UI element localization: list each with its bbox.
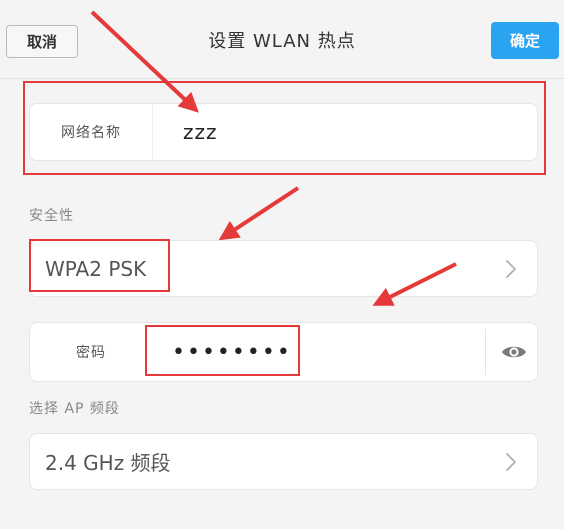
security-value: WPA2 PSK — [45, 256, 147, 281]
red-arrow — [218, 186, 300, 241]
confirm-button[interactable]: 确定 — [491, 22, 559, 59]
ap-band-section-label: 选择 AP 频段 — [29, 401, 120, 417]
network-name-field[interactable]: 网络名称 zzz — [29, 103, 538, 161]
header-divider — [0, 78, 564, 79]
password-field[interactable]: 密码 •••••••• — [29, 322, 538, 382]
ap-band-selector[interactable]: 2.4 GHz 频段 — [29, 433, 538, 490]
security-section-label: 安全性 — [29, 208, 74, 224]
network-name-label: 网络名称 — [30, 104, 153, 160]
ap-band-value: 2.4 GHz 频段 — [45, 451, 171, 475]
eye-icon[interactable] — [495, 333, 533, 371]
password-divider — [485, 329, 486, 375]
chevron-right-icon — [505, 241, 517, 296]
chevron-right-icon — [505, 434, 517, 489]
password-label: 密码 — [76, 345, 106, 361]
page-title: 设置 WLAN 热点 — [208, 31, 356, 52]
network-name-input[interactable]: zzz — [183, 104, 218, 160]
password-input[interactable]: •••••••• — [172, 323, 292, 381]
security-selector[interactable]: WPA2 PSK — [29, 240, 538, 297]
top-bar: 取消 设置 WLAN 热点 确定 — [0, 0, 564, 78]
